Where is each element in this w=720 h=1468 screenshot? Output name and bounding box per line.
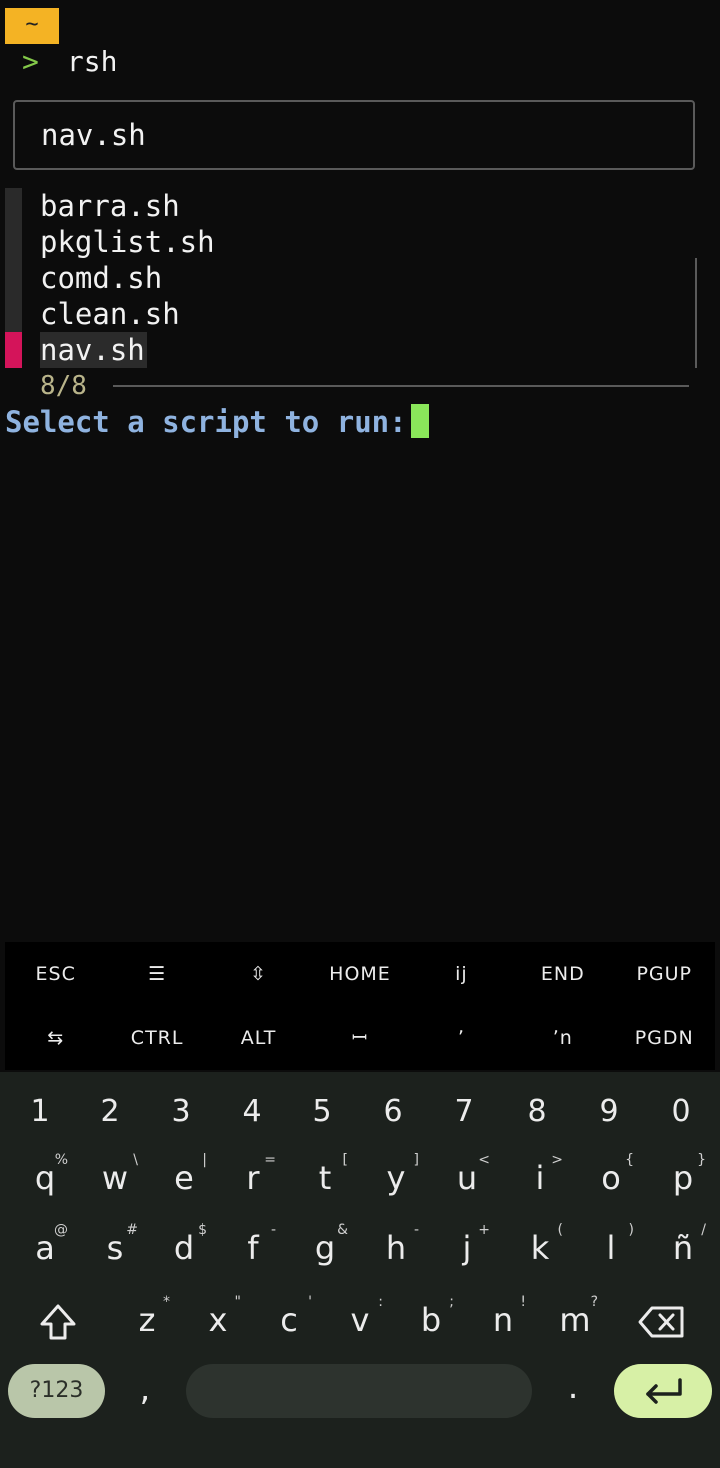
key-o[interactable]: o{ xyxy=(584,1152,638,1198)
fzf-results-list: barra.sh pkglist.sh comd.sh clean.sh nav… xyxy=(0,188,720,368)
list-item-label: barra.sh xyxy=(40,189,180,223)
list-gutter xyxy=(5,224,22,260)
key-3[interactable]: 3 xyxy=(161,1092,201,1132)
key-e[interactable]: e | xyxy=(157,1152,211,1198)
menu-key[interactable]: ☰ xyxy=(106,942,207,1006)
select-prompt: Select a script to run: xyxy=(5,403,429,441)
key-n[interactable]: n! xyxy=(476,1294,530,1340)
ctrl-key[interactable]: CTRL xyxy=(106,1006,207,1070)
list-gutter xyxy=(5,188,22,224)
count-divider xyxy=(113,385,689,387)
list-item[interactable]: pkglist.sh xyxy=(0,224,720,260)
key-f[interactable]: f- xyxy=(226,1222,280,1268)
key-j[interactable]: j + xyxy=(440,1222,494,1268)
list-item-label: comd.sh xyxy=(40,261,163,295)
key-9[interactable]: 9 xyxy=(589,1092,629,1132)
soft-keyboard: 1 2 3 4 5 6 7 8 9 0 q% w \ e | r = t[ y] u <… xyxy=(0,1072,720,1468)
prompt-command: rsh xyxy=(66,45,118,78)
selection-marker xyxy=(5,332,22,368)
key-t[interactable]: t[ xyxy=(298,1152,352,1198)
list-item-label: nav.sh xyxy=(40,332,147,368)
key-1[interactable]: 1 xyxy=(20,1092,60,1132)
key-s[interactable]: s # xyxy=(88,1222,142,1268)
key-x[interactable]: x " xyxy=(191,1294,245,1340)
match-count: 8/8 xyxy=(40,371,87,401)
list-item-label: pkglist.sh xyxy=(40,225,215,259)
key-c[interactable]: c ' xyxy=(262,1294,316,1340)
list-item-selected[interactable]: nav.sh xyxy=(0,332,720,368)
pgup-key[interactable]: PGUP xyxy=(614,942,715,1006)
list-item[interactable]: barra.sh xyxy=(0,188,720,224)
list-gutter xyxy=(5,296,22,332)
tab-key[interactable]: ⇆ xyxy=(5,1006,106,1070)
down-key[interactable]: ʼ xyxy=(411,1006,512,1070)
key-h[interactable]: h- xyxy=(369,1222,423,1268)
key-p[interactable]: p} xyxy=(656,1152,710,1198)
esc-key[interactable]: ESC xyxy=(5,942,106,1006)
symbols-switch-button[interactable]: ?123 xyxy=(8,1364,105,1418)
comma-key[interactable]: , xyxy=(130,1364,160,1418)
key-5[interactable]: 5 xyxy=(302,1092,342,1132)
key-w[interactable]: w \ xyxy=(88,1152,142,1198)
period-key[interactable]: . xyxy=(558,1364,588,1418)
scroll-key[interactable]: ⇳ xyxy=(208,942,309,1006)
key-m[interactable]: m? xyxy=(548,1294,602,1340)
home-key[interactable]: HOME xyxy=(309,942,410,1006)
pgdn-key[interactable]: PGDN xyxy=(614,1006,715,1070)
list-item[interactable]: comd.sh xyxy=(0,260,720,296)
key-7[interactable]: 7 xyxy=(444,1092,484,1132)
key-z[interactable]: z * xyxy=(120,1294,174,1340)
backspace-icon xyxy=(638,1306,684,1338)
backspace-key[interactable] xyxy=(634,1300,690,1344)
key-q[interactable]: q% xyxy=(18,1152,72,1198)
space-bar[interactable] xyxy=(186,1364,532,1418)
fzf-query-box[interactable]: nav.sh xyxy=(13,100,695,170)
key-u[interactable]: u < xyxy=(440,1152,494,1198)
key-k[interactable]: k( xyxy=(513,1222,567,1268)
key-a[interactable]: a @ xyxy=(18,1222,72,1268)
key-4[interactable]: 4 xyxy=(232,1092,272,1132)
key-i[interactable]: i > xyxy=(513,1152,567,1198)
key-l[interactable]: l) xyxy=(584,1222,638,1268)
up-key[interactable]: ij xyxy=(411,942,512,1006)
key-0[interactable]: 0 xyxy=(661,1092,701,1132)
key-r[interactable]: r = xyxy=(226,1152,280,1198)
key-d[interactable]: d $ xyxy=(157,1222,211,1268)
list-item[interactable]: clean.sh xyxy=(0,296,720,332)
key-v[interactable]: v: xyxy=(333,1294,387,1340)
shift-icon xyxy=(40,1304,76,1340)
key-g[interactable]: g & xyxy=(298,1222,352,1268)
key-b[interactable]: b; xyxy=(404,1294,458,1340)
shift-key[interactable] xyxy=(30,1300,86,1344)
enter-key[interactable] xyxy=(614,1364,712,1418)
cwd-badge: ~ xyxy=(5,8,59,44)
key-8[interactable]: 8 xyxy=(517,1092,557,1132)
key-n-tilde[interactable]: ñ / xyxy=(656,1222,710,1268)
select-prompt-text: Select a script to run: xyxy=(5,405,407,439)
text-cursor xyxy=(410,404,429,438)
list-gutter xyxy=(5,260,22,296)
key-2[interactable]: 2 xyxy=(90,1092,130,1132)
enter-icon xyxy=(646,1378,682,1404)
key-6[interactable]: 6 xyxy=(373,1092,413,1132)
end-key[interactable]: END xyxy=(512,942,613,1006)
right-key[interactable]: ʼn xyxy=(512,1006,613,1070)
list-scrollbar[interactable] xyxy=(695,258,697,368)
alt-key[interactable]: ALT xyxy=(208,1006,309,1070)
key-y[interactable]: y] xyxy=(369,1152,423,1198)
fzf-query-text: nav.sh xyxy=(41,118,146,152)
list-item-label: clean.sh xyxy=(40,297,180,331)
prompt-arrow: > xyxy=(22,45,39,78)
extra-keys-bar: ESC ☰ ⇳ HOME ij END PGUP ⇆ CTRL ALT ꟷ ʼ … xyxy=(5,942,715,1070)
terminal-screen[interactable]: ~ > rsh nav.sh barra.sh pkglist.sh comd.s… xyxy=(0,0,720,940)
prompt-line: > rsh xyxy=(22,44,117,80)
left-key[interactable]: ꟷ xyxy=(309,1006,410,1070)
